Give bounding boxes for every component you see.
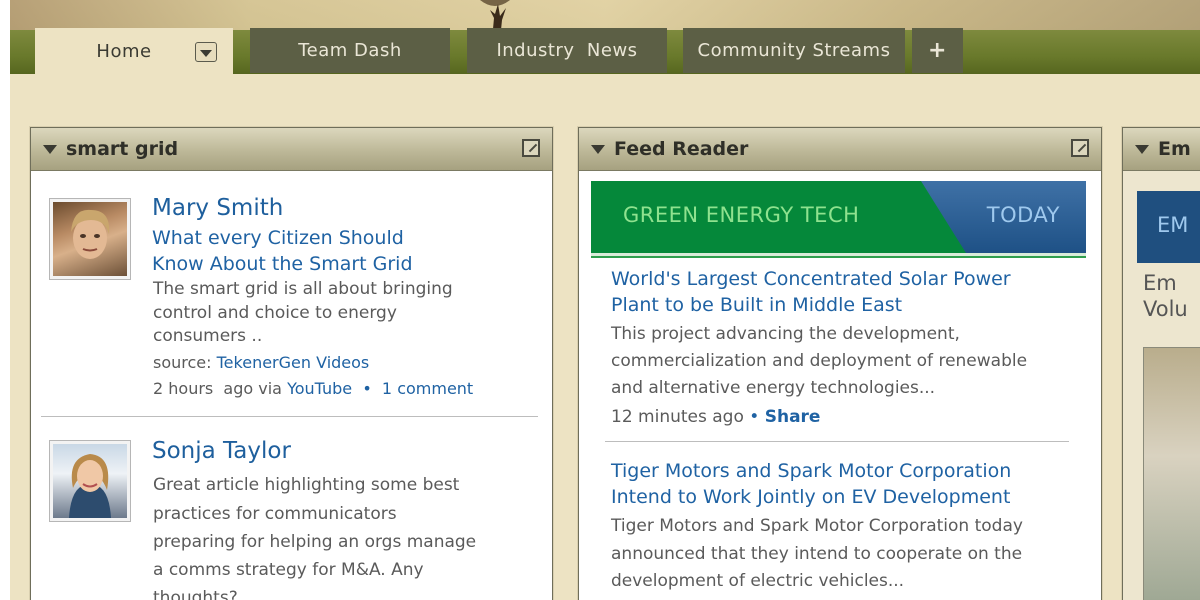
popout-icon[interactable] bbox=[1071, 139, 1089, 157]
triangle-down-icon[interactable] bbox=[1135, 144, 1149, 154]
video-thumbnail[interactable] bbox=[1143, 347, 1200, 600]
post-body-line: practices for communicators bbox=[153, 504, 397, 524]
tab-industry-news[interactable]: Industry News bbox=[467, 28, 667, 73]
dashboard-page: Home Team Dash Industry News Community S… bbox=[10, 0, 1200, 600]
feed-source-banner[interactable]: GREEN ENERGY TECH TODAY bbox=[591, 181, 1086, 256]
tab-community-streams-label: Community Streams bbox=[697, 40, 891, 61]
bullet-separator: • bbox=[749, 407, 760, 427]
entry-divider bbox=[41, 416, 538, 417]
feed-item-summary-line: commercialization and deployment of rene… bbox=[611, 351, 1028, 371]
feed-reader-panel-header: Feed Reader bbox=[579, 128, 1101, 171]
third-panel-text: Em bbox=[1143, 271, 1177, 295]
tab-industry-news-label: Industry News bbox=[496, 40, 638, 61]
triangle-down-icon[interactable] bbox=[591, 144, 605, 154]
timestamp: 12 minutes ago bbox=[611, 407, 744, 427]
avatar-mary-smith[interactable] bbox=[49, 198, 131, 280]
feed-item-title-link-line1[interactable]: World's Largest Concentrated Solar Power bbox=[611, 266, 1011, 292]
feed-item-title-link-line2[interactable]: Intend to Work Jointly on EV Development bbox=[611, 484, 1010, 510]
third-panel: Em EM Em Volu bbox=[1122, 127, 1200, 600]
post-body-line: thoughts? bbox=[153, 588, 238, 600]
feed-item-summary-line: Tiger Motors and Spark Motor Corporation… bbox=[611, 516, 1023, 536]
avatar-sonja-taylor[interactable] bbox=[49, 440, 131, 522]
post-body-line: a comms strategy for M&A. Any bbox=[153, 560, 424, 580]
feed-item-title-link-line2[interactable]: Plant to be Built in Middle East bbox=[611, 292, 902, 318]
bullet-separator: • bbox=[362, 379, 372, 398]
feed-item-summary-line: This project advancing the development, bbox=[611, 324, 960, 344]
feed-reader-panel: Feed Reader GREEN ENERGY TECH TODAY Worl… bbox=[578, 127, 1102, 600]
popout-icon[interactable] bbox=[522, 139, 540, 157]
article-title-link-line2[interactable]: Know About the Smart Grid bbox=[152, 251, 413, 277]
post-body-line: The smart grid is all about bringing bbox=[153, 279, 453, 299]
source-link[interactable]: TekenerGen Videos bbox=[217, 353, 370, 372]
author-name-link[interactable]: Mary Smith bbox=[152, 195, 283, 221]
plus-icon: + bbox=[928, 38, 947, 63]
source-label: source: bbox=[153, 353, 212, 372]
tab-home-label: Home bbox=[96, 41, 152, 62]
feed-item-title-link-line1[interactable]: Tiger Motors and Spark Motor Corporation bbox=[611, 458, 1011, 484]
third-panel-banner[interactable]: EM bbox=[1137, 191, 1200, 263]
via-youtube-link[interactable]: YouTube bbox=[287, 379, 352, 398]
author-name-link[interactable]: Sonja Taylor bbox=[152, 438, 291, 464]
triangle-down-icon[interactable] bbox=[43, 144, 57, 154]
tab-team-dash-label: Team Dash bbox=[298, 40, 402, 61]
person-photo-icon bbox=[69, 454, 111, 518]
panel-title: smart grid bbox=[66, 138, 179, 160]
feed-item-summary-line: development of electric vehicles... bbox=[611, 571, 905, 591]
third-panel-text: Volu bbox=[1143, 297, 1188, 321]
third-panel-header: Em bbox=[1123, 128, 1200, 171]
person-photo-icon bbox=[71, 209, 110, 259]
post-body-line: control and choice to energy bbox=[153, 303, 397, 323]
source-line: source: TekenerGen Videos bbox=[153, 353, 369, 372]
tab-community-streams[interactable]: Community Streams bbox=[683, 28, 905, 73]
post-body-line: Great article highlighting some best bbox=[153, 475, 460, 495]
feed-banner-today: TODAY bbox=[986, 203, 1060, 227]
entry-divider bbox=[605, 441, 1069, 442]
timestamp: 2 hours ago via bbox=[153, 379, 282, 398]
tab-home[interactable]: Home bbox=[35, 28, 233, 75]
third-banner-text: EM bbox=[1157, 213, 1189, 237]
comments-link[interactable]: 1 comment bbox=[382, 379, 473, 398]
panel-title: Em bbox=[1158, 138, 1191, 160]
chevron-down-icon bbox=[200, 49, 212, 57]
post-meta-line: 2 hours ago via YouTube • 1 comment bbox=[153, 379, 473, 398]
tab-team-dash[interactable]: Team Dash bbox=[250, 28, 450, 73]
share-link[interactable]: Share bbox=[765, 407, 821, 427]
article-title-link-line1[interactable]: What every Citizen Should bbox=[152, 225, 404, 251]
panel-title: Feed Reader bbox=[614, 138, 749, 160]
feed-item-summary-line: and alternative energy technologies... bbox=[611, 378, 936, 398]
feed-item-meta: 12 minutes ago • Share bbox=[611, 407, 820, 427]
feed-item-summary-line: announced that they intend to cooperate … bbox=[611, 544, 1023, 564]
add-tab-button[interactable]: + bbox=[912, 28, 963, 73]
smart-grid-panel-header: smart grid bbox=[31, 128, 552, 171]
smart-grid-panel: smart grid Mary Smith What every Citizen… bbox=[30, 127, 553, 600]
post-body-line: consumers .. bbox=[153, 326, 263, 346]
feed-banner-title: GREEN ENERGY TECH bbox=[623, 203, 860, 227]
post-body-line: preparing for helping an orgs manage bbox=[153, 532, 477, 552]
tab-dropdown-button[interactable] bbox=[195, 42, 217, 62]
